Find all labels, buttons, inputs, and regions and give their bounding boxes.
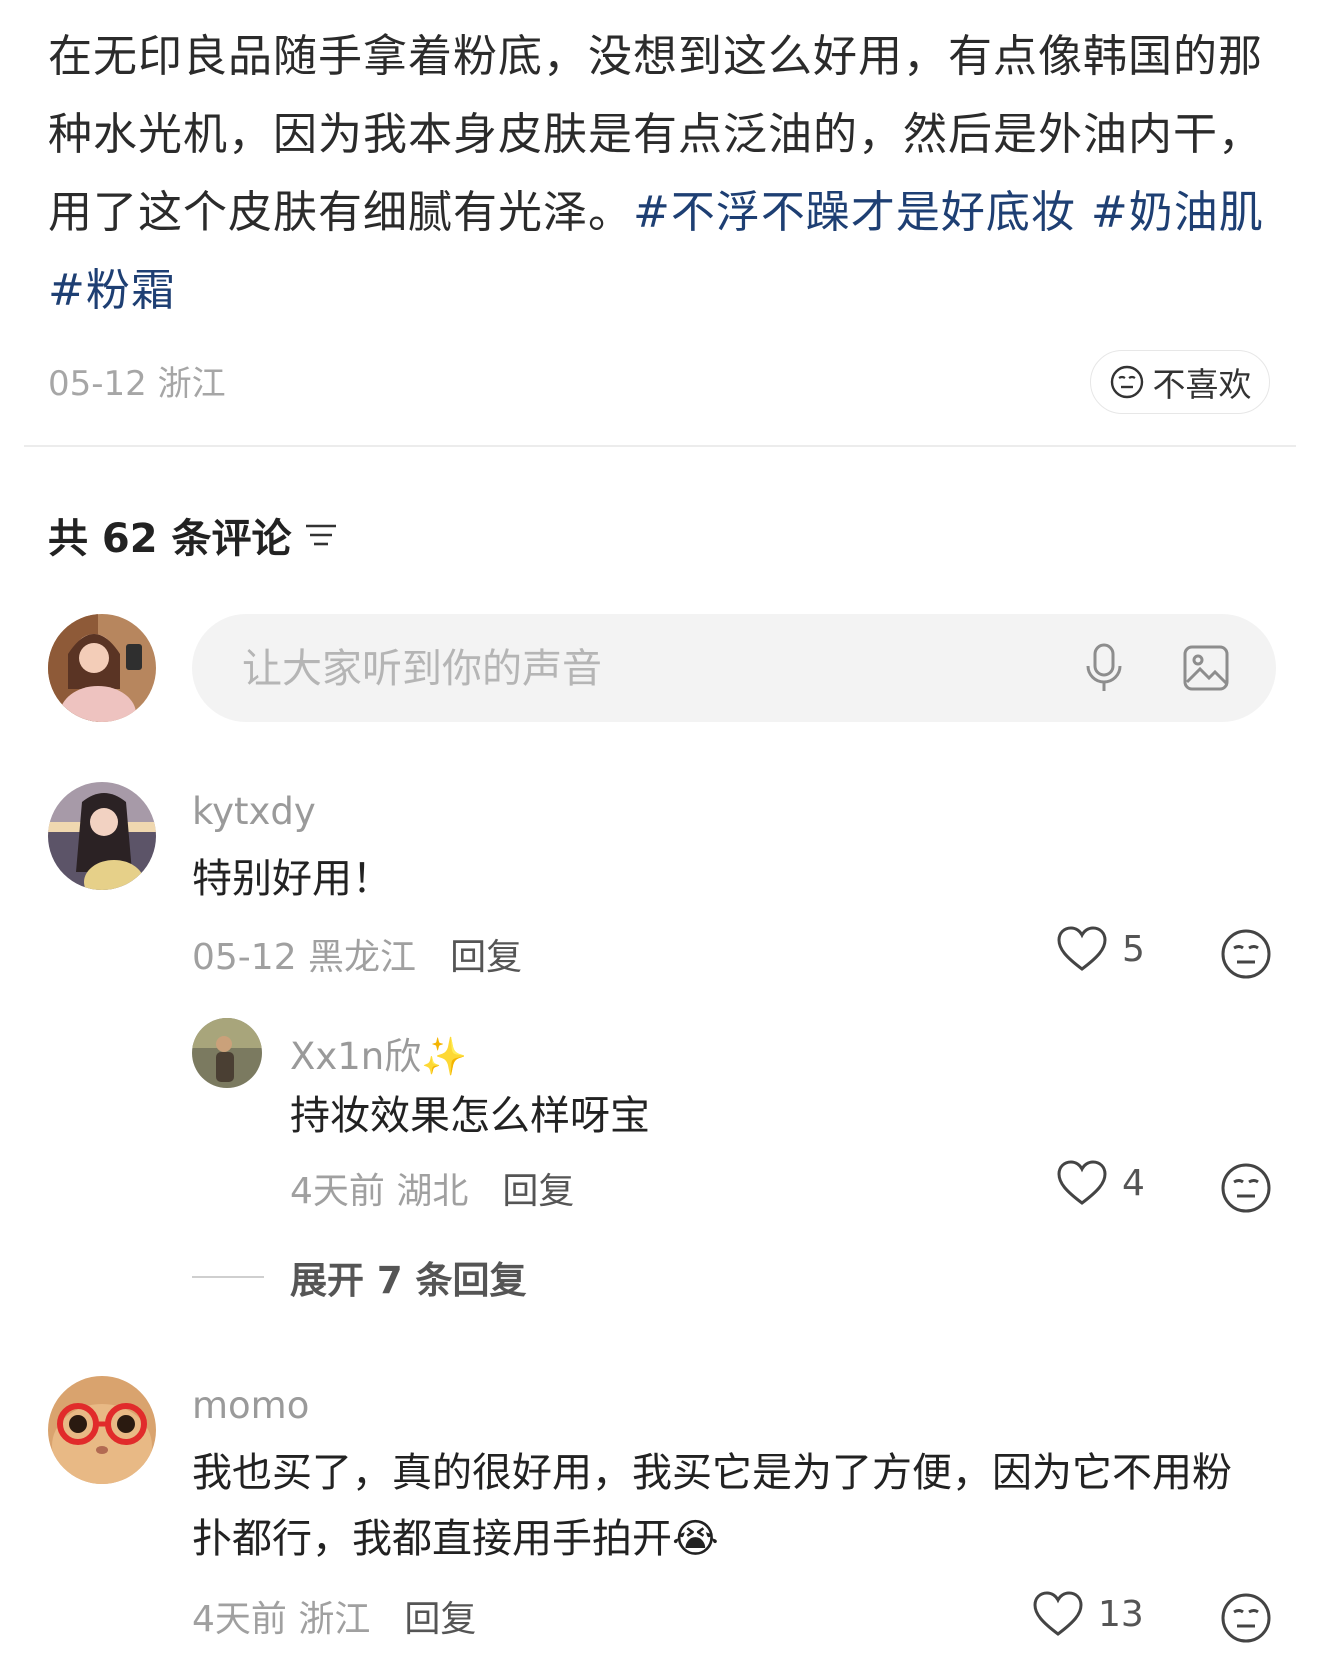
comment-count-header: 共 62 条评论 (48, 506, 340, 564)
neutral-face-icon (1110, 365, 1143, 399)
reply-button[interactable]: 回复 (502, 1162, 574, 1214)
hashtag-link[interactable]: #粉霜 (48, 265, 176, 316)
dislike-face-icon[interactable] (1220, 928, 1272, 980)
reply-date-location: 4天前 湖北 (290, 1171, 469, 1212)
reply-button[interactable]: 回复 (450, 928, 522, 980)
post-date-location: 05-12 浙江 (48, 364, 226, 404)
comment-meta: 4天前 浙江 回复 (192, 1590, 476, 1642)
reply-avatar[interactable] (192, 1018, 262, 1088)
like-count: 4 (1122, 1162, 1145, 1204)
comment-text: 我也买了，真的很好用，我买它是为了方便，因为它不用粉扑都行，我都直接用手拍开😭 (192, 1450, 1232, 1562)
dislike-label: 不喜欢 (1152, 365, 1252, 404)
commenter-avatar[interactable] (48, 782, 156, 890)
microphone-icon[interactable] (1082, 642, 1126, 694)
like-button[interactable]: 4 (1056, 1159, 1145, 1207)
like-count: 5 (1122, 928, 1145, 970)
comment-count-label: 共 62 条评论 (48, 516, 292, 562)
dislike-face-icon[interactable] (1220, 1592, 1272, 1644)
reply-button[interactable]: 回复 (404, 1590, 476, 1642)
expand-replies-label: 展开 7 条回复 (290, 1259, 527, 1302)
heart-icon (1057, 1160, 1107, 1205)
hashtag-link[interactable]: #不浮不躁才是好底妆 (633, 187, 1076, 238)
post-body: 在无印良品随手拿着粉底，没想到这么好用，有点像韩国的那种水光机，因为我本身皮肤是… (48, 18, 1283, 330)
dislike-face-icon[interactable] (1220, 1162, 1272, 1214)
divider (24, 445, 1296, 447)
image-icon[interactable] (1182, 644, 1230, 692)
current-user-avatar[interactable] (48, 614, 156, 722)
hashtag-link[interactable]: #奶油肌 (1091, 187, 1264, 238)
sort-lines-icon[interactable] (304, 520, 340, 550)
reply-meta: 4天前 湖北 回复 (290, 1162, 574, 1214)
comment-date-location: 05-12 黑龙江 (192, 937, 417, 978)
commenter-avatar[interactable] (48, 1376, 156, 1484)
comment-username[interactable]: momo (192, 1384, 309, 1427)
heart-icon (1057, 926, 1107, 971)
like-button[interactable]: 13 (1032, 1590, 1144, 1638)
comment-meta: 05-12 黑龙江 回复 (192, 928, 522, 980)
expand-divider-line (192, 1276, 264, 1278)
expand-replies-button[interactable]: 展开 7 条回复 (192, 1250, 527, 1304)
like-count: 13 (1098, 1593, 1144, 1635)
comment-date-location: 4天前 浙江 (192, 1599, 371, 1640)
reply-text: 持妆效果怎么样呀宝 (290, 1093, 650, 1139)
like-button[interactable]: 5 (1056, 925, 1145, 973)
comment-username[interactable]: kytxdy (192, 790, 316, 833)
comment-input[interactable] (240, 614, 1004, 724)
dislike-button[interactable]: 不喜欢 (1090, 350, 1270, 414)
heart-icon (1033, 1591, 1083, 1636)
comment-input-box[interactable] (192, 614, 1276, 724)
comment-text: 特别好用！ (192, 856, 392, 902)
reply-username[interactable]: Xx1n欣✨ (290, 1026, 467, 1080)
